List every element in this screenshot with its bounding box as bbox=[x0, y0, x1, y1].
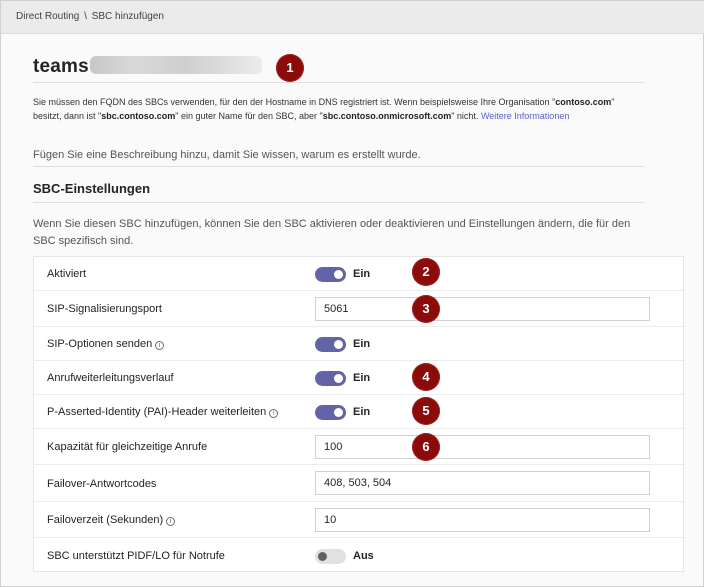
setting-row-failover-codes: Failover-Antwortcodes bbox=[34, 465, 685, 502]
app-window: Direct Routing \ SBC hinzufügen teams Si… bbox=[0, 0, 704, 587]
sbc-name-prefix: teams bbox=[33, 56, 89, 77]
top-bar: Direct Routing \ SBC hinzufügen bbox=[1, 1, 704, 34]
redacted-fqdn bbox=[89, 56, 262, 74]
setting-row-sip-options: SIP-Optionen senden i Ein bbox=[34, 327, 685, 361]
info-icon[interactable]: i bbox=[269, 409, 279, 418]
callout-badge-6: 6 bbox=[412, 433, 440, 461]
forward-history-toggle[interactable] bbox=[315, 371, 346, 386]
settings-intro-text: Wenn Sie diesen SBC hinzufügen, können S… bbox=[33, 218, 631, 247]
callout-badge-5: 5 bbox=[412, 397, 440, 425]
enabled-toggle[interactable] bbox=[315, 267, 346, 282]
setting-row-pai-header: P-Asserted-Identity (PAI)-Header weiterl… bbox=[34, 395, 685, 429]
failover-time-input[interactable] bbox=[315, 508, 650, 532]
toggle-state-label: Ein bbox=[353, 406, 371, 418]
setting-label: SIP-Signalisierungsport bbox=[47, 303, 162, 315]
breadcrumb: Direct Routing \ SBC hinzufügen bbox=[16, 11, 164, 22]
breadcrumb-parent-link[interactable]: Direct Routing bbox=[16, 11, 79, 22]
setting-label-text: SIP-Optionen senden bbox=[47, 338, 153, 350]
pidf-lo-toggle[interactable] bbox=[315, 549, 346, 564]
setting-label: Anrufweiterleitungsverlauf bbox=[47, 372, 174, 384]
help-text-example: contoso.com bbox=[555, 97, 612, 107]
setting-label-text: Failoverzeit (Sekunden) bbox=[47, 514, 164, 526]
info-icon[interactable]: i bbox=[155, 341, 165, 350]
help-text-example: sbc.contoso.onmicrosoft.com bbox=[322, 111, 452, 121]
setting-label: Aktiviert bbox=[47, 268, 87, 280]
breadcrumb-separator: \ bbox=[84, 11, 87, 22]
toggle-state-label: Ein bbox=[353, 268, 371, 280]
toggle-knob bbox=[334, 340, 343, 349]
page-title: teams bbox=[33, 56, 262, 78]
setting-label: SIP-Optionen senden i bbox=[47, 338, 165, 350]
callout-badge-1: 1 bbox=[276, 54, 304, 82]
setting-label: Failover-Antwortcodes bbox=[47, 478, 157, 490]
setting-row-aktiviert: Aktiviert Ein bbox=[34, 257, 685, 291]
settings-section-title: SBC-Einstellungen bbox=[33, 181, 151, 196]
more-info-link[interactable]: Weitere Informationen bbox=[481, 111, 569, 121]
sip-port-input[interactable] bbox=[315, 297, 650, 321]
setting-row-pidf-lo: SBC unterstützt PIDF/LO für Notrufe Aus bbox=[34, 538, 685, 572]
description-divider bbox=[33, 166, 644, 167]
settings-panel: Aktiviert Ein SIP-Signalisierungsport SI… bbox=[33, 256, 685, 572]
callout-badge-3: 3 bbox=[412, 295, 440, 323]
breadcrumb-current: SBC hinzufügen bbox=[91, 11, 164, 22]
pai-header-toggle[interactable] bbox=[315, 405, 346, 420]
title-divider bbox=[33, 82, 644, 83]
setting-row-forward-history: Anrufweiterleitungsverlauf Ein bbox=[34, 361, 685, 395]
description-input[interactable]: Fügen Sie eine Beschreibung hinzu, damit… bbox=[33, 149, 421, 161]
setting-row-sip-port: SIP-Signalisierungsport bbox=[34, 291, 685, 327]
toggle-state-label: Aus bbox=[353, 550, 374, 562]
setting-row-failover-time: Failoverzeit (Sekunden) i bbox=[34, 502, 685, 538]
setting-label-text: P-Asserted-Identity (PAI)-Header weiterl… bbox=[47, 406, 267, 418]
toggle-knob bbox=[334, 270, 343, 279]
setting-label: SBC unterstützt PIDF/LO für Notrufe bbox=[47, 550, 225, 562]
help-text-part: " ein guter Name für den SBC, aber " bbox=[175, 111, 323, 121]
toggle-knob bbox=[318, 552, 327, 561]
setting-label: P-Asserted-Identity (PAI)-Header weiterl… bbox=[47, 406, 279, 418]
concurrent-calls-input[interactable] bbox=[315, 435, 650, 459]
toggle-state-label: Ein bbox=[353, 372, 371, 384]
toggle-knob bbox=[334, 408, 343, 417]
toggle-state-label: Ein bbox=[353, 338, 371, 350]
info-icon[interactable]: i bbox=[166, 517, 176, 526]
help-text-part: Sie müssen den FQDN des SBCs verwenden, … bbox=[33, 97, 556, 107]
failover-codes-input[interactable] bbox=[315, 471, 650, 495]
callout-badge-2: 2 bbox=[412, 258, 440, 286]
setting-row-concurrent-calls: Kapazität für gleichzeitige Anrufe bbox=[34, 429, 685, 465]
callout-badge-4: 4 bbox=[412, 363, 440, 391]
help-text-part: " nicht. bbox=[451, 111, 481, 121]
sip-options-toggle[interactable] bbox=[315, 337, 346, 352]
section-divider bbox=[33, 202, 644, 203]
help-text-example: sbc.contoso.com bbox=[101, 111, 176, 121]
setting-label: Kapazität für gleichzeitige Anrufe bbox=[47, 441, 208, 453]
setting-label: Failoverzeit (Sekunden) i bbox=[47, 514, 176, 526]
toggle-knob bbox=[334, 374, 343, 383]
fqdn-help-text: Sie müssen den FQDN des SBCs verwenden, … bbox=[33, 95, 643, 123]
